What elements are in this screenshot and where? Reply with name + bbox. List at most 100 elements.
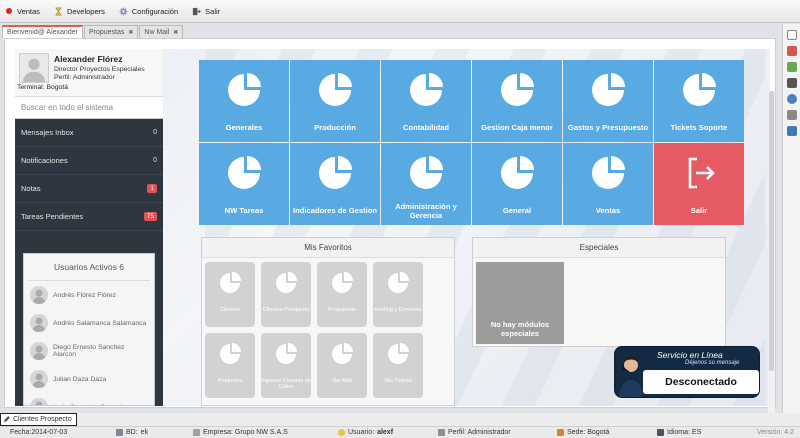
favorite-shortcut[interactable]: Productos — [205, 333, 255, 398]
sidebar-item-mensajes[interactable]: Mensajes Inbox 0 — [15, 119, 163, 147]
tab-bienvenida[interactable]: Bienvenid@ Alexander — [2, 25, 83, 38]
status-bd-value: ek — [140, 429, 149, 436]
favorite-shortcut[interactable]: Propuestas — [317, 262, 367, 327]
profile-name: Alexander Flórez — [54, 54, 123, 64]
module-tile[interactable]: Gastos y Presupuesto — [563, 60, 653, 142]
favorite-shortcut[interactable]: Ingresar Cuentas de Cobro — [261, 333, 311, 398]
pie-chart-icon — [317, 72, 353, 108]
menu-configuracion[interactable]: Configuración — [119, 7, 178, 16]
pie-chart-icon — [681, 72, 717, 108]
active-user-row[interactable]: Julian Daza Daza — [24, 365, 154, 393]
close-icon[interactable]: ✖ — [173, 29, 178, 36]
tile-label: Tickets Soporte — [670, 123, 728, 133]
notes-icon[interactable] — [786, 78, 797, 88]
grid-icon[interactable] — [786, 62, 797, 72]
favorite-label: Propuestas — [328, 307, 356, 313]
sidebar-item-tareas[interactable]: Tareas Pendientes 75 — [15, 203, 163, 231]
right-toolbar — [782, 24, 800, 414]
module-tile[interactable]: Administración y Gerencia — [381, 143, 471, 225]
menu-label: Configuración — [131, 6, 179, 16]
live-chat-widget[interactable]: Servicio en Línea Déjenos su mensaje Des… — [614, 346, 760, 398]
module-tile[interactable]: General — [472, 143, 562, 225]
status-perfil: Perfil: Administrador — [438, 429, 511, 436]
module-tile[interactable]: Ventas — [563, 143, 653, 225]
database-icon — [116, 429, 123, 436]
active-user-row[interactable]: Lady Gonzalez Gonzalez — [24, 393, 154, 405]
profile-card: Alexander Flórez Director Proyectos Espe… — [15, 49, 163, 97]
pie-chart-icon — [387, 272, 409, 294]
menu-ventas[interactable]: Ventas — [4, 7, 40, 16]
favorites-title: Mis Favoritos — [202, 238, 454, 258]
calendar-icon[interactable] — [786, 46, 797, 56]
status-sede: Sede: Bogotá — [557, 429, 609, 436]
module-tile[interactable]: Indicadores de Gestion — [290, 143, 380, 225]
tile-label: Salir — [690, 206, 708, 216]
module-tile[interactable]: Generales — [199, 60, 289, 142]
search-icon[interactable] — [786, 94, 797, 104]
module-tile[interactable]: NW Tareas — [199, 143, 289, 225]
menu-salir[interactable]: Salir — [192, 7, 220, 16]
favorite-shortcut[interactable]: Clientes Prospecto — [261, 262, 311, 327]
profile-role: Director Proyectos Especiales — [54, 66, 145, 73]
favorite-shortcut[interactable]: Hosting y Dominios — [373, 262, 423, 327]
favorite-label: Hosting y Dominios — [374, 307, 422, 313]
tools-icon[interactable] — [786, 110, 797, 120]
status-bd: BD: ek — [116, 429, 148, 436]
status-fecha-text: Fecha:2014-07-03 — [10, 429, 68, 436]
windows-icon[interactable] — [786, 30, 797, 40]
pie-chart-icon — [331, 343, 353, 365]
active-user-row[interactable]: Andrés Flórez Flórez — [24, 281, 154, 309]
module-tile[interactable]: Gestion Caja menor — [472, 60, 562, 142]
active-user-row[interactable]: Diego Ernesto Sanchez Alarcon — [24, 337, 154, 365]
taskbar: Clientes Prospecto — [0, 413, 800, 426]
search-input[interactable]: Buscar en todo el sistema — [15, 97, 163, 119]
tile-label: Ventas — [595, 206, 621, 216]
tab-label: Nw Mail — [144, 28, 170, 36]
tab-propuestas[interactable]: Propuestas ✖ — [83, 25, 139, 38]
menu-developers[interactable]: Developers — [54, 7, 105, 16]
chat-subtitle: Déjenos su mensaje — [685, 360, 740, 366]
user-name: Andrés Flórez Flórez — [53, 291, 117, 299]
taskbar-clientes-prospecto[interactable]: Clientes Prospecto — [0, 413, 77, 426]
favorite-label: Clientes Prospecto — [262, 307, 310, 313]
empty-modules-box: No hay módulos especiales — [476, 262, 564, 344]
gear-icon — [119, 6, 128, 16]
vertical-scrollbar[interactable] — [768, 91, 775, 431]
module-tile[interactable]: Contabilidad — [381, 60, 471, 142]
profile-icon — [438, 429, 445, 436]
pie-chart-icon — [317, 155, 353, 191]
pie-chart-icon — [219, 343, 241, 365]
pencil-icon — [3, 416, 10, 423]
active-user-row[interactable]: Andrés Salamanca Salamanca — [24, 309, 154, 337]
status-bar: Fecha:2014-07-03 BD: ek Empresa: Grupo N… — [0, 426, 800, 438]
module-tile[interactable]: Tickets Soporte — [654, 60, 744, 142]
count-badge: 1 — [147, 184, 157, 193]
favorite-shortcut[interactable]: Mis Tickets — [373, 333, 423, 398]
status-idioma: Idioma: ES — [657, 429, 701, 436]
status-usuario-value: alexf — [377, 429, 394, 436]
tile-label: Producción — [314, 123, 356, 133]
tile-label: Gastos y Presupuesto — [567, 123, 649, 133]
favorites-panel: Mis Favoritos Clientes Clientes Prospecto… — [201, 237, 455, 406]
tab-label: Bienvenid@ Alexander — [7, 29, 78, 36]
favorite-shortcut[interactable]: Clientes — [205, 262, 255, 327]
settings-icon[interactable] — [786, 126, 797, 136]
tab-nw-mail[interactable]: Nw Mail ✖ — [139, 25, 184, 38]
pie-chart-icon — [331, 272, 353, 294]
user-avatar-icon — [30, 370, 48, 388]
scroll-thumb[interactable] — [769, 91, 774, 371]
close-icon[interactable]: ✖ — [128, 29, 133, 36]
status-bd-label: BD: — [126, 429, 138, 436]
status-fecha: Fecha:2014-07-03 — [10, 429, 67, 436]
module-tile[interactable]: Producción — [290, 60, 380, 142]
module-tile[interactable]: Salir — [654, 143, 744, 225]
app-version: Versión: 4.2 — [757, 429, 794, 436]
user-avatar-icon — [30, 286, 48, 304]
pie-chart-icon — [226, 155, 262, 191]
sidebar-item-notas[interactable]: Notas 1 — [15, 175, 163, 203]
favorite-shortcut[interactable]: Nw Mail — [317, 333, 367, 398]
sidebar-item-notificaciones[interactable]: Notificaciones 0 — [15, 147, 163, 175]
user-name: Andrés Salamanca Salamanca — [53, 319, 147, 327]
sidebar-item-label: Notificaciones — [21, 156, 68, 165]
profile-perfil: Perfil: Administrador — [54, 74, 115, 81]
